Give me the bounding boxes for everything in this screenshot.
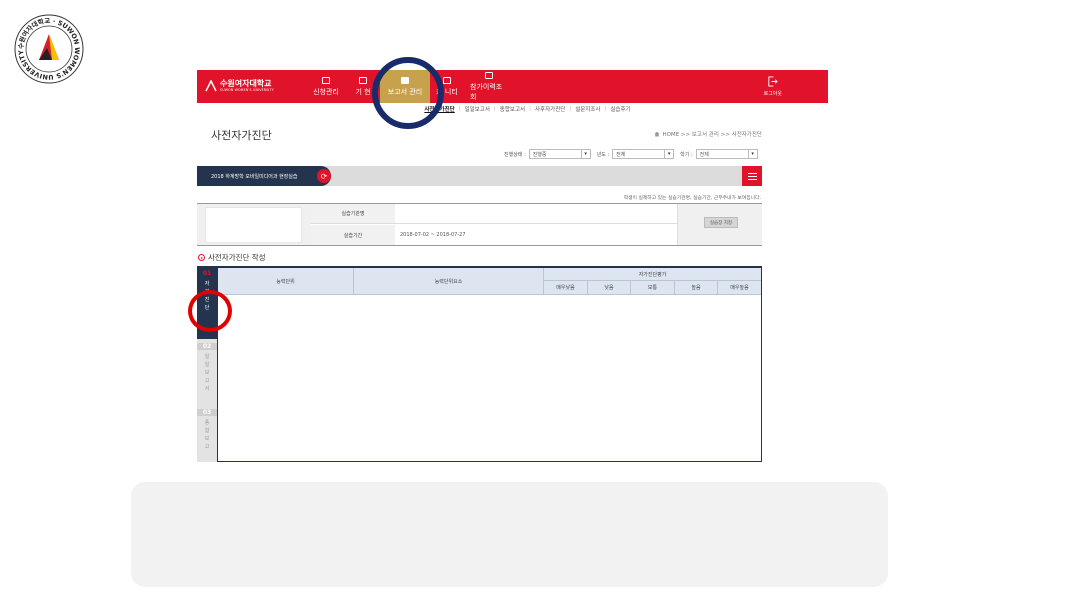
rating-header: 높음	[675, 281, 718, 295]
hamburger-line	[747, 172, 757, 174]
home-icon	[654, 131, 660, 137]
internship-info-table: 실습기관명 실습기간 2018-07-02 ~ 2018-07-27 실습장 지…	[197, 203, 762, 246]
caption-box	[131, 482, 888, 587]
student-photo	[205, 207, 302, 243]
university-seal-icon: 수원여자대학교 · SUWON WOMEN'S UNIVERSITY	[14, 14, 84, 84]
logout-button[interactable]: 로그아웃	[764, 76, 782, 97]
column-header-element: 능력단위요소	[354, 268, 544, 295]
side-tab-number: 02	[197, 343, 217, 350]
edit-icon	[359, 76, 367, 84]
assign-site-button[interactable]: 실습장 지정	[704, 217, 738, 228]
menu-application-label: 신청관리	[313, 87, 339, 96]
chevron-down-icon: ▾	[664, 150, 673, 158]
chevron-down-icon: ▾	[747, 150, 757, 158]
status-select-value: 진행중	[532, 151, 547, 158]
side-tab-label: 종합보고	[204, 420, 210, 450]
top-navigation-bar: 수원여자대학교 SUWON WOMEN'S UNIVERSITY 신청관리 기 …	[197, 70, 828, 103]
term-select-value: 전체	[699, 151, 709, 158]
page-title: 사전자가진단	[211, 129, 272, 142]
side-tab-number: 03	[197, 409, 217, 416]
year-select[interactable]: 전체 ▾	[612, 149, 675, 159]
org-label: 실습기관명	[311, 204, 395, 224]
refresh-button[interactable]: ⟳	[317, 169, 331, 183]
menu-toggle-button[interactable]	[742, 166, 762, 186]
sub-navigation: 사전자가진단 | 일일보고서 | 종합보고서 | 사후자가진단 | 설문지조사 | 실습후…	[197, 103, 828, 115]
highlight-circle-side-tab	[188, 290, 232, 332]
rating-header: 매우높음	[718, 281, 761, 295]
status-filter-label: 진행상태 :	[504, 151, 526, 158]
subnav-review[interactable]: 실습후기	[610, 105, 630, 113]
app-window: 수원여자대학교 SUWON WOMEN'S UNIVERSITY 신청관리 기 …	[197, 70, 828, 462]
info-action-panel: 실습장 지정	[677, 204, 762, 245]
subnav-separator: |	[604, 106, 607, 112]
term-filter-label: 학기 :	[680, 151, 693, 158]
period-label: 실습기간	[311, 225, 395, 245]
period-value: 2018-07-02 ~ 2018-07-27	[400, 232, 466, 238]
logout-label: 로그아웃	[763, 91, 782, 97]
section-title-text: 사전자가진단 작성	[208, 253, 266, 262]
history-icon	[485, 71, 493, 79]
highlight-circle-menu	[372, 57, 444, 129]
breadcrumb-text[interactable]: HOME >> 보고서 관리 >> 사전자가진단	[662, 130, 762, 138]
side-tab-label: 일일보고서	[204, 354, 210, 392]
column-header-group: 자가진단평가	[544, 268, 761, 281]
section-title: 사전자가진단 작성	[198, 252, 266, 263]
diagnosis-table: 능력단위 능력단위요소 자가진단평가 매우낮음 낮음 보통 높음 매우높음	[217, 266, 762, 462]
subnav-separator: |	[569, 106, 572, 112]
brand-name-kr: 수원여자대학교	[220, 79, 272, 88]
edit-icon	[322, 76, 330, 84]
slide: 수원여자대학교 · SUWON WOMEN'S UNIVERSITY 수원여자대…	[0, 0, 1080, 608]
course-name: 2018 하계방학 모바일미디어과 현장실습	[197, 166, 331, 186]
side-tab-summary-report[interactable]: 03 종합보고	[197, 405, 217, 462]
menu-history-label: 참가이력조회	[470, 82, 503, 101]
subnav-separator: |	[529, 106, 531, 112]
subnav-separator: |	[493, 106, 496, 112]
subnav-post-diagnosis[interactable]: 사후자가진단	[535, 105, 565, 113]
side-tab-daily-report[interactable]: 02 일일보고서	[197, 339, 217, 405]
status-select[interactable]: 진행중 ▾	[528, 149, 591, 159]
play-circle-icon	[198, 254, 205, 261]
menu-record-label: 기 현	[355, 87, 371, 96]
brand-logo[interactable]: 수원여자대학교 SUWON WOMEN'S UNIVERSITY	[205, 79, 274, 92]
brand-mark-icon	[205, 79, 217, 91]
subnav-survey[interactable]: 설문지조사	[575, 105, 600, 113]
hamburger-line	[747, 175, 757, 177]
menu-history[interactable]: 참가이력조회	[464, 70, 514, 103]
hamburger-line	[747, 178, 757, 180]
year-select-value: 전체	[616, 151, 626, 158]
notice-text: 학생이 실제하고 있는 실습기관명, 실습기간, 근무주내가 보여집니다.	[623, 196, 761, 201]
subnav-separator: |	[458, 106, 461, 112]
subnav-summary-report[interactable]: 종합보고서	[500, 105, 525, 113]
subnav-daily-report[interactable]: 일일보고서	[465, 105, 490, 113]
rating-header: 보통	[631, 281, 675, 295]
course-bar: 2018 하계방학 모바일미디어과 현장실습 ⟳	[197, 166, 762, 186]
column-header-unit: 능력단위	[218, 268, 354, 295]
community-icon	[443, 76, 451, 84]
org-value	[395, 204, 677, 224]
year-filter-label: 년도 :	[596, 151, 610, 158]
breadcrumb: HOME >> 보고서 관리 >> 사전자가진단	[654, 130, 762, 138]
menu-application[interactable]: 신청관리	[306, 70, 346, 103]
filter-bar: 진행상태 : 진행중 ▾ 년도 : 전체 ▾ 학기 : 전체 ▾	[504, 149, 758, 159]
chevron-down-icon: ▾	[580, 150, 590, 158]
side-tab-number: 01	[202, 270, 212, 277]
rating-header: 낮음	[588, 281, 631, 295]
refresh-icon: ⟳	[320, 171, 328, 181]
rating-header: 매우낮음	[544, 281, 588, 295]
brand-name-en: SUWON WOMEN'S UNIVERSITY	[220, 88, 274, 92]
term-select[interactable]: 전체 ▾	[695, 149, 758, 159]
logout-icon	[768, 76, 779, 87]
